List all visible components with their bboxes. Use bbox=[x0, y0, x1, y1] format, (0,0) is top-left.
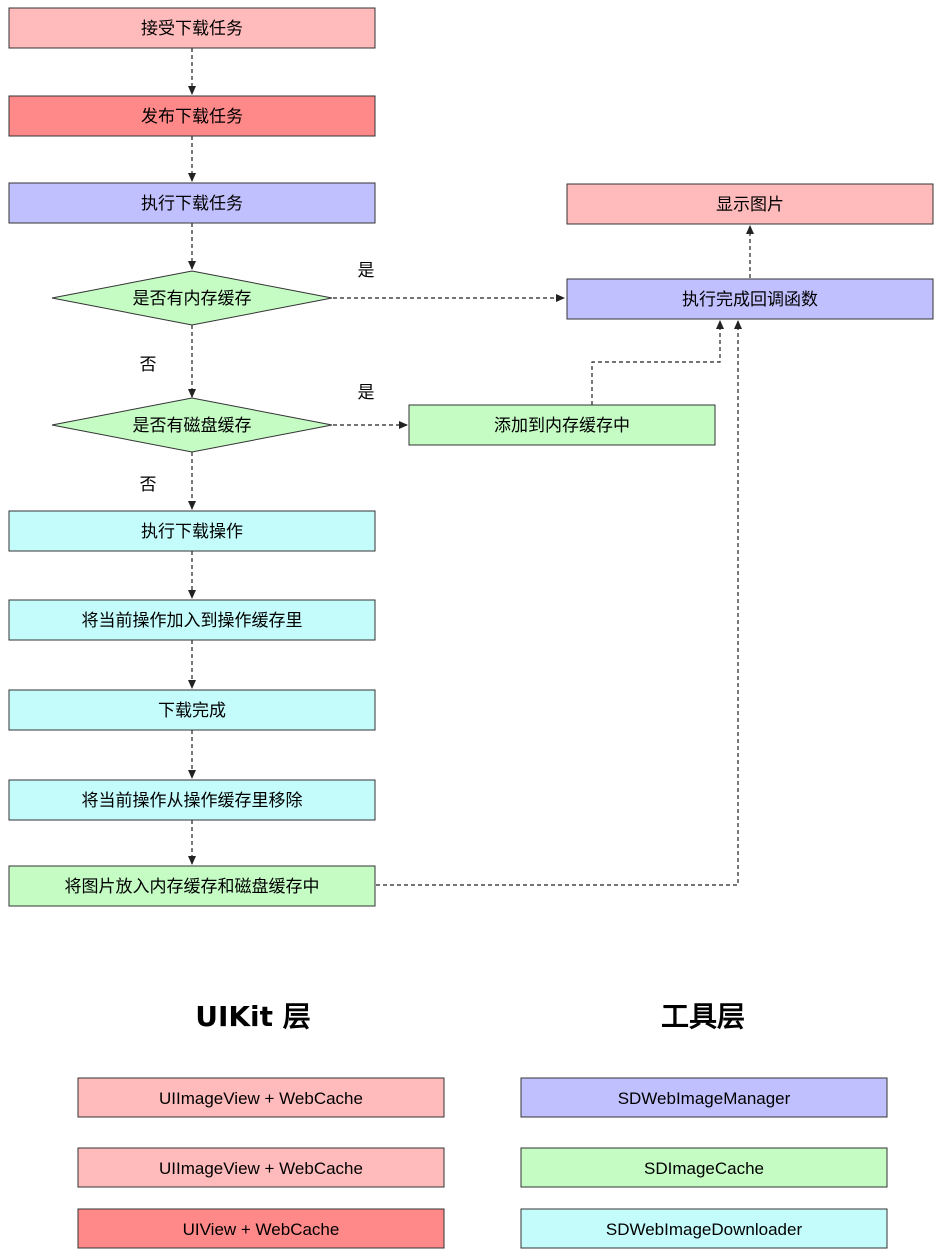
node-download-op[interactable]: 执行下载操作 bbox=[8, 510, 376, 552]
legend-uikit-item-3-label: UIView + WebCache bbox=[183, 1220, 340, 1239]
legend-uikit-item-3: UIView + WebCache bbox=[77, 1208, 445, 1249]
node-execute-task[interactable]: 执行下载任务 bbox=[8, 182, 376, 224]
node-remove-from-op-cache[interactable]: 将当前操作从操作缓存里移除 bbox=[8, 779, 376, 821]
legend-tools-heading: 工具层 bbox=[661, 1000, 745, 1033]
legend-tools-item-3-label: SDWebImageDownloader bbox=[606, 1220, 803, 1239]
label-memory-no: 否 bbox=[140, 355, 157, 375]
label-disk-no: 否 bbox=[140, 475, 157, 495]
node-download-op-label: 执行下载操作 bbox=[141, 522, 243, 542]
legend-uikit-item-2-label: UIImageView + WebCache bbox=[159, 1159, 363, 1178]
node-completion-callback[interactable]: 执行完成回调函数 bbox=[566, 278, 934, 320]
legend-tools-item-3: SDWebImageDownloader bbox=[520, 1208, 888, 1249]
node-remove-from-op-cache-label: 将当前操作从操作缓存里移除 bbox=[82, 791, 303, 811]
node-completion-callback-label: 执行完成回调函数 bbox=[682, 290, 818, 310]
legend-uikit-item-1: UIImageView + WebCache bbox=[77, 1077, 445, 1118]
node-download-done[interactable]: 下载完成 bbox=[8, 689, 376, 731]
node-receive-task[interactable]: 接受下载任务 bbox=[8, 7, 376, 49]
node-add-to-op-cache[interactable]: 将当前操作加入到操作缓存里 bbox=[8, 599, 376, 641]
node-publish-task[interactable]: 发布下载任务 bbox=[8, 95, 376, 137]
legend-tools-item-2: SDImageCache bbox=[520, 1147, 888, 1188]
node-download-done-label: 下载完成 bbox=[158, 701, 226, 721]
edges bbox=[188, 48, 754, 886]
node-show-image-label: 显示图片 bbox=[716, 195, 784, 215]
legend-tools-item-1: SDWebImageManager bbox=[520, 1077, 888, 1118]
legend-uikit-item-1-label: UIImageView + WebCache bbox=[159, 1089, 363, 1108]
node-check-disk[interactable]: 是否有磁盘缓存 bbox=[51, 397, 333, 453]
node-store-image-label: 将图片放入内存缓存和磁盘缓存中 bbox=[65, 877, 320, 897]
node-add-to-memory-label: 添加到内存缓存中 bbox=[494, 416, 630, 436]
node-store-image[interactable]: 将图片放入内存缓存和磁盘缓存中 bbox=[8, 865, 376, 907]
node-receive-task-label: 接受下载任务 bbox=[141, 19, 243, 39]
node-add-to-op-cache-label: 将当前操作加入到操作缓存里 bbox=[82, 611, 303, 631]
legend-tools-item-1-label: SDWebImageManager bbox=[618, 1089, 791, 1108]
node-add-to-memory[interactable]: 添加到内存缓存中 bbox=[408, 404, 716, 446]
node-publish-task-label: 发布下载任务 bbox=[141, 107, 243, 127]
node-check-disk-label: 是否有磁盘缓存 bbox=[133, 416, 252, 436]
legend-uikit-heading: UIKit 层 bbox=[195, 1000, 311, 1033]
legend-uikit-item-2: UIImageView + WebCache bbox=[77, 1147, 445, 1188]
node-show-image[interactable]: 显示图片 bbox=[566, 183, 934, 225]
node-check-memory[interactable]: 是否有内存缓存 bbox=[51, 270, 333, 326]
label-memory-yes: 是 bbox=[358, 261, 375, 281]
legend-tools-item-2-label: SDImageCache bbox=[644, 1159, 764, 1178]
label-disk-yes: 是 bbox=[358, 383, 375, 403]
node-execute-task-label: 执行下载任务 bbox=[141, 194, 243, 214]
edge-add-memory-to-callback bbox=[591, 320, 724, 405]
node-check-memory-label: 是否有内存缓存 bbox=[133, 289, 252, 309]
flowchart: 是 否 是 否 接受下载任务 发布下载任务 执行下载任务 是否有内存缓存 是否有… bbox=[8, 7, 934, 1249]
